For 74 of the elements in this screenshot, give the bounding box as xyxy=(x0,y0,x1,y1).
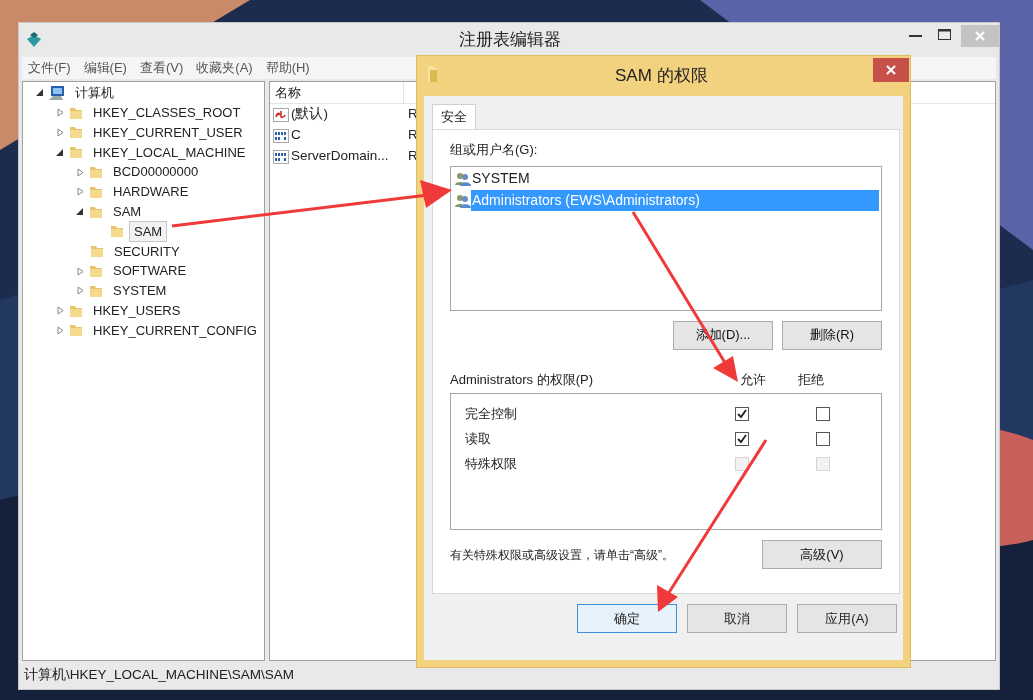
tree-item[interactable]: HKEY_USERS xyxy=(88,299,186,322)
tree-item[interactable]: HKEY_CURRENT_CONFIG xyxy=(88,319,262,342)
value-name: ServerDomain... xyxy=(291,147,390,166)
menu-item[interactable]: 编辑(E) xyxy=(83,58,127,78)
expanded-arrow-icon[interactable] xyxy=(56,147,65,157)
tab[interactable]: 安全 xyxy=(432,104,476,129)
tree-item[interactable]: HKEY_LOCAL_MACHINE xyxy=(88,141,251,164)
collapsed-arrow-icon[interactable] xyxy=(56,306,65,316)
checkbox[interactable] xyxy=(735,431,749,446)
checkbox[interactable] xyxy=(816,431,830,446)
folder-icon xyxy=(68,144,84,161)
tree-item[interactable]: SOFTWARE xyxy=(108,260,192,282)
dialog-button[interactable]: 取消 xyxy=(687,604,787,633)
users-label: 组或用户名(G): xyxy=(450,141,539,159)
permission-name: 完全控制 xyxy=(465,404,518,423)
folder-icon xyxy=(88,164,104,181)
dialog-button[interactable]: 确定 xyxy=(577,604,677,633)
allow-header: 允许 xyxy=(740,370,767,389)
tree-item[interactable]: SAM xyxy=(108,200,147,223)
tree-item[interactable]: SECURITY xyxy=(109,240,185,263)
deny-header: 拒绝 xyxy=(798,370,824,389)
folder-icon xyxy=(68,322,84,339)
close-button[interactable] xyxy=(873,58,909,82)
tree-item[interactable]: SAM xyxy=(129,220,168,243)
folder-icon xyxy=(109,223,125,240)
users-icon xyxy=(455,192,471,209)
status-text: 计算机\HKEY_LOCAL_MACHINE\SAM\SAM xyxy=(24,665,295,684)
binary-value-icon xyxy=(273,148,289,165)
expanded-arrow-icon[interactable] xyxy=(76,207,85,217)
computer-icon xyxy=(48,84,66,101)
menu-item[interactable]: 查看(V) xyxy=(139,58,184,78)
tree-item[interactable]: 计算机 xyxy=(70,82,119,104)
advanced-button[interactable]: 高级(V) xyxy=(762,540,882,569)
maximize-icon[interactable] xyxy=(938,29,951,40)
minimize-icon[interactable] xyxy=(909,35,922,38)
collapsed-arrow-icon[interactable] xyxy=(56,108,65,118)
dialog-button[interactable]: 应用(A) xyxy=(797,604,897,633)
list-action-button[interactable]: 删除(R) xyxy=(782,320,882,350)
folder-icon xyxy=(89,243,105,260)
expanded-arrow-icon[interactable] xyxy=(36,88,45,98)
dialog-title: SAM 的权限 xyxy=(615,65,708,88)
collapsed-arrow-icon[interactable] xyxy=(76,167,85,177)
tree-item[interactable]: HKEY_CLASSES_ROOT xyxy=(88,101,246,124)
permission-name: 特殊权限 xyxy=(465,454,518,473)
close-icon xyxy=(975,31,985,41)
tree-item[interactable]: SYSTEM xyxy=(108,280,172,302)
user-item[interactable]: SYSTEM xyxy=(471,168,879,189)
value-name: (默认) xyxy=(291,105,329,124)
collapsed-arrow-icon[interactable] xyxy=(56,128,65,137)
permissions-label: Administrators 的权限(P) xyxy=(450,370,595,389)
tree-item[interactable]: HARDWARE xyxy=(108,181,194,203)
permission-name: 读取 xyxy=(465,429,492,448)
checkbox[interactable] xyxy=(735,406,749,421)
menu-item[interactable]: 收藏夹(A) xyxy=(196,58,253,78)
collapsed-arrow-icon[interactable] xyxy=(76,187,85,197)
menu-item[interactable]: 帮助(H) xyxy=(265,58,310,78)
column-header[interactable]: 名称 xyxy=(270,82,404,103)
close-icon xyxy=(886,65,896,75)
collapsed-arrow-icon[interactable] xyxy=(56,325,65,335)
value-name: C xyxy=(291,126,302,145)
binary-value-icon xyxy=(273,127,289,144)
tree-item[interactable]: HKEY_CURRENT_USER xyxy=(88,121,248,144)
collapsed-arrow-icon[interactable] xyxy=(76,266,85,276)
string-value-icon xyxy=(273,106,289,123)
collapsed-arrow-icon[interactable] xyxy=(76,286,85,296)
users-icon xyxy=(455,170,471,187)
checkbox[interactable] xyxy=(816,406,830,421)
registry-app-icon xyxy=(25,31,43,49)
folder-icon xyxy=(88,263,104,280)
menu-item[interactable]: 文件(F) xyxy=(28,58,71,78)
window-title: 注册表编辑器 xyxy=(459,29,561,52)
tree-item[interactable]: BCD00000000 xyxy=(108,161,204,183)
folder-icon xyxy=(68,124,84,141)
advanced-note: 有关特殊权限或高级设置，请单击“高级”。 xyxy=(450,546,674,564)
